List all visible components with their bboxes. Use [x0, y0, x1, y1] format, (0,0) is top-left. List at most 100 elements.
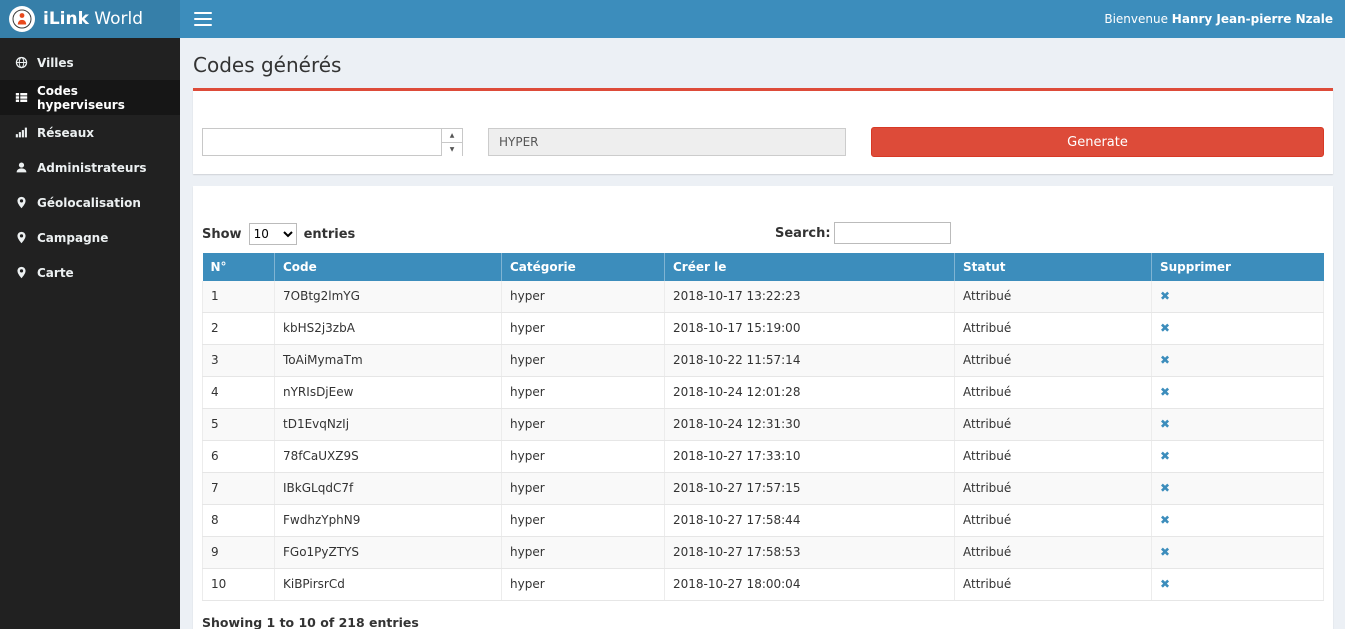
delete-cell: ✖ — [1152, 569, 1324, 601]
map-marker-icon — [15, 231, 28, 244]
spinner-up-icon[interactable]: ▲ — [442, 129, 462, 143]
category-cell: hyper — [502, 377, 665, 409]
sidebar-item-campagne[interactable]: Campagne — [0, 220, 180, 255]
status-cell: Attribué — [955, 537, 1152, 569]
table-row: 4nYRIsDjEewhyper2018-10-24 12:01:28Attri… — [203, 377, 1324, 409]
status-cell: Attribué — [955, 473, 1152, 505]
sidebar-toggle-icon[interactable] — [194, 12, 212, 26]
row-number-cell: 8 — [203, 505, 275, 537]
sidebar-item-villes[interactable]: Villes — [0, 45, 180, 80]
row-number-cell: 9 — [203, 537, 275, 569]
category-cell: hyper — [502, 313, 665, 345]
user-name: Hanry Jean-pierre Nzale — [1172, 12, 1333, 26]
sidebar-item-label: Campagne — [37, 231, 108, 245]
delete-icon[interactable]: ✖ — [1160, 481, 1170, 495]
code-cell: tD1EvqNzIj — [275, 409, 502, 441]
header-delete: Supprimer — [1152, 253, 1324, 281]
delete-cell: ✖ — [1152, 281, 1324, 313]
sidebar-item-codes-hyperviseurs[interactable]: Codes hyperviseurs — [0, 80, 180, 115]
delete-cell: ✖ — [1152, 313, 1324, 345]
row-number-cell: 5 — [203, 409, 275, 441]
code-cell: ToAiMymaTm — [275, 345, 502, 377]
delete-icon[interactable]: ✖ — [1160, 449, 1170, 463]
delete-cell: ✖ — [1152, 345, 1324, 377]
signal-icon — [15, 126, 28, 139]
code-cell: IBkGLqdC7f — [275, 473, 502, 505]
welcome-prefix: Bienvenue — [1104, 12, 1171, 26]
logo-area[interactable]: iLink World — [0, 0, 180, 38]
category-cell: hyper — [502, 281, 665, 313]
delete-icon[interactable]: ✖ — [1160, 385, 1170, 399]
table-row: 5tD1EvqNzIjhyper2018-10-24 12:31:30Attri… — [203, 409, 1324, 441]
app-logo-icon — [9, 6, 35, 32]
delete-icon[interactable]: ✖ — [1160, 321, 1170, 335]
table-info: Showing 1 to 10 of 218 entries — [202, 615, 1324, 629]
status-cell: Attribué — [955, 569, 1152, 601]
delete-cell: ✖ — [1152, 377, 1324, 409]
sidebar-item-geolocalisation[interactable]: Géolocalisation — [0, 185, 180, 220]
sidebar-item-administrateurs[interactable]: Administrateurs — [0, 150, 180, 185]
map-marker-icon — [15, 266, 28, 279]
delete-icon[interactable]: ✖ — [1160, 545, 1170, 559]
page-size-select[interactable]: 10 — [249, 223, 297, 245]
delete-cell: ✖ — [1152, 473, 1324, 505]
generate-button[interactable]: Generate — [871, 127, 1324, 157]
code-cell: 7OBtg2lmYG — [275, 281, 502, 313]
spinner-down-icon[interactable]: ▼ — [442, 143, 462, 156]
delete-icon[interactable]: ✖ — [1160, 577, 1170, 591]
created-cell: 2018-10-17 13:22:23 — [665, 281, 955, 313]
sidebar-item-label: Géolocalisation — [37, 196, 141, 210]
row-number-cell: 2 — [203, 313, 275, 345]
row-number-cell: 6 — [203, 441, 275, 473]
table-row: 3ToAiMymaTmhyper2018-10-22 11:57:14Attri… — [203, 345, 1324, 377]
table-body: 17OBtg2lmYGhyper2018-10-17 13:22:23Attri… — [203, 281, 1324, 601]
header-category: Catégorie — [502, 253, 665, 281]
delete-icon[interactable]: ✖ — [1160, 513, 1170, 527]
created-cell: 2018-10-17 15:19:00 — [665, 313, 955, 345]
sidebar-item-carte[interactable]: Carte — [0, 255, 180, 290]
table-controls: Show 10 entries Search: — [202, 222, 1324, 246]
search-input[interactable] — [834, 222, 951, 244]
welcome-message: Bienvenue Hanry Jean-pierre Nzale — [1104, 12, 1333, 26]
sidebar-item-label: Carte — [37, 266, 74, 280]
header-status: Statut — [955, 253, 1152, 281]
sidebar-item-label: Codes hyperviseurs — [37, 84, 165, 112]
created-cell: 2018-10-24 12:31:30 — [665, 409, 955, 441]
table-row: 8FwdhzYphN9hyper2018-10-27 17:58:44Attri… — [203, 505, 1324, 537]
category-cell: hyper — [502, 505, 665, 537]
navbar: Bienvenue Hanry Jean-pierre Nzale — [180, 0, 1345, 38]
show-label: Show — [202, 227, 242, 242]
code-cell: KiBPirsrCd — [275, 569, 502, 601]
sidebar-item-label: Administrateurs — [37, 161, 147, 175]
brand-light: World — [89, 9, 143, 29]
category-cell: hyper — [502, 345, 665, 377]
header-created: Créer le — [665, 253, 955, 281]
sidebar-menu: Villes Codes hyperviseurs Réseaux Administr… — [0, 45, 180, 290]
sidebar: Villes Codes hyperviseurs Réseaux Administr… — [0, 38, 180, 629]
status-cell: Attribué — [955, 441, 1152, 473]
row-number-cell: 3 — [203, 345, 275, 377]
row-number-cell: 10 — [203, 569, 275, 601]
sidebar-item-label: Réseaux — [37, 126, 94, 140]
created-cell: 2018-10-27 17:57:15 — [665, 473, 955, 505]
brand-title: iLink World — [43, 9, 143, 29]
delete-icon[interactable]: ✖ — [1160, 353, 1170, 367]
table-box: Show 10 entries Search: N° Code Catégori… — [193, 186, 1333, 629]
brand-bold: iLink — [43, 9, 89, 29]
code-cell: FwdhzYphN9 — [275, 505, 502, 537]
sidebar-item-reseaux[interactable]: Réseaux — [0, 115, 180, 150]
delete-icon[interactable]: ✖ — [1160, 289, 1170, 303]
code-cell: kbHS2j3zbA — [275, 313, 502, 345]
delete-icon[interactable]: ✖ — [1160, 417, 1170, 431]
row-number-cell: 7 — [203, 473, 275, 505]
status-cell: Attribué — [955, 505, 1152, 537]
table-row: 678fCaUXZ9Shyper2018-10-27 17:33:10Attri… — [203, 441, 1324, 473]
code-cell: 78fCaUXZ9S — [275, 441, 502, 473]
header-number: N° — [203, 253, 275, 281]
status-cell: Attribué — [955, 377, 1152, 409]
quantity-input[interactable] — [202, 128, 463, 156]
page-title: Codes générés — [193, 52, 1333, 78]
table-header: N° Code Catégorie Créer le Statut Suppri… — [203, 253, 1324, 281]
category-cell: hyper — [502, 473, 665, 505]
search-group: Search: — [775, 222, 951, 244]
